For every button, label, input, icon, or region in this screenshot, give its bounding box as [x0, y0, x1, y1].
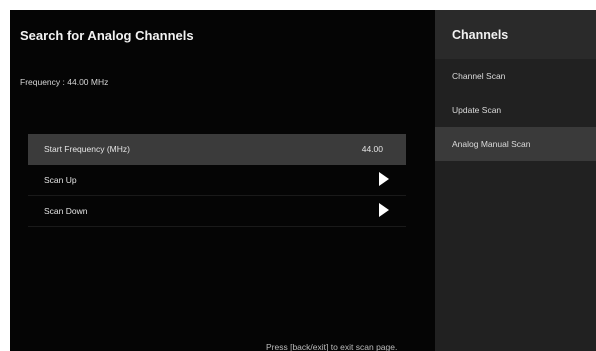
side-panel-title: Channels: [452, 28, 509, 42]
scan-up-row[interactable]: Scan Up: [28, 165, 406, 196]
frequency-value: 44.00 MHz: [67, 77, 109, 87]
scan-up-label: Scan Up: [44, 175, 77, 185]
scan-menu: Start Frequency (MHz) 44.00 Scan Up Scan…: [28, 134, 406, 227]
play-arrow-icon[interactable]: [379, 203, 389, 217]
frequency-readout: Frequency : 44.00 MHz: [20, 77, 108, 87]
exit-hint: Press [back/exit] to exit scan page.: [266, 342, 398, 351]
side-panel-header: Channels: [435, 10, 596, 59]
start-frequency-label: Start Frequency (MHz): [44, 144, 130, 154]
side-item-analog-manual-scan[interactable]: Analog Manual Scan: [435, 127, 596, 161]
scan-down-label: Scan Down: [44, 206, 88, 216]
scan-down-row[interactable]: Scan Down: [28, 196, 406, 227]
side-item-label: Analog Manual Scan: [452, 139, 531, 149]
side-item-label: Update Scan: [452, 105, 502, 115]
analog-scan-panel: Search for Analog Channels Frequency : 4…: [10, 10, 435, 351]
page-title: Search for Analog Channels: [20, 28, 194, 43]
side-item-channel-scan[interactable]: Channel Scan: [435, 59, 596, 93]
start-frequency-value: 44.00: [361, 144, 383, 154]
side-item-label: Channel Scan: [452, 71, 506, 81]
play-arrow-icon[interactable]: [379, 172, 389, 186]
channels-side-panel: Channels Channel Scan Update Scan Analog…: [435, 10, 596, 351]
start-frequency-row[interactable]: Start Frequency (MHz) 44.00: [28, 134, 406, 165]
frequency-label: Frequency :: [20, 77, 65, 87]
tv-screen: Search for Analog Channels Frequency : 4…: [10, 10, 596, 351]
side-item-update-scan[interactable]: Update Scan: [435, 93, 596, 127]
